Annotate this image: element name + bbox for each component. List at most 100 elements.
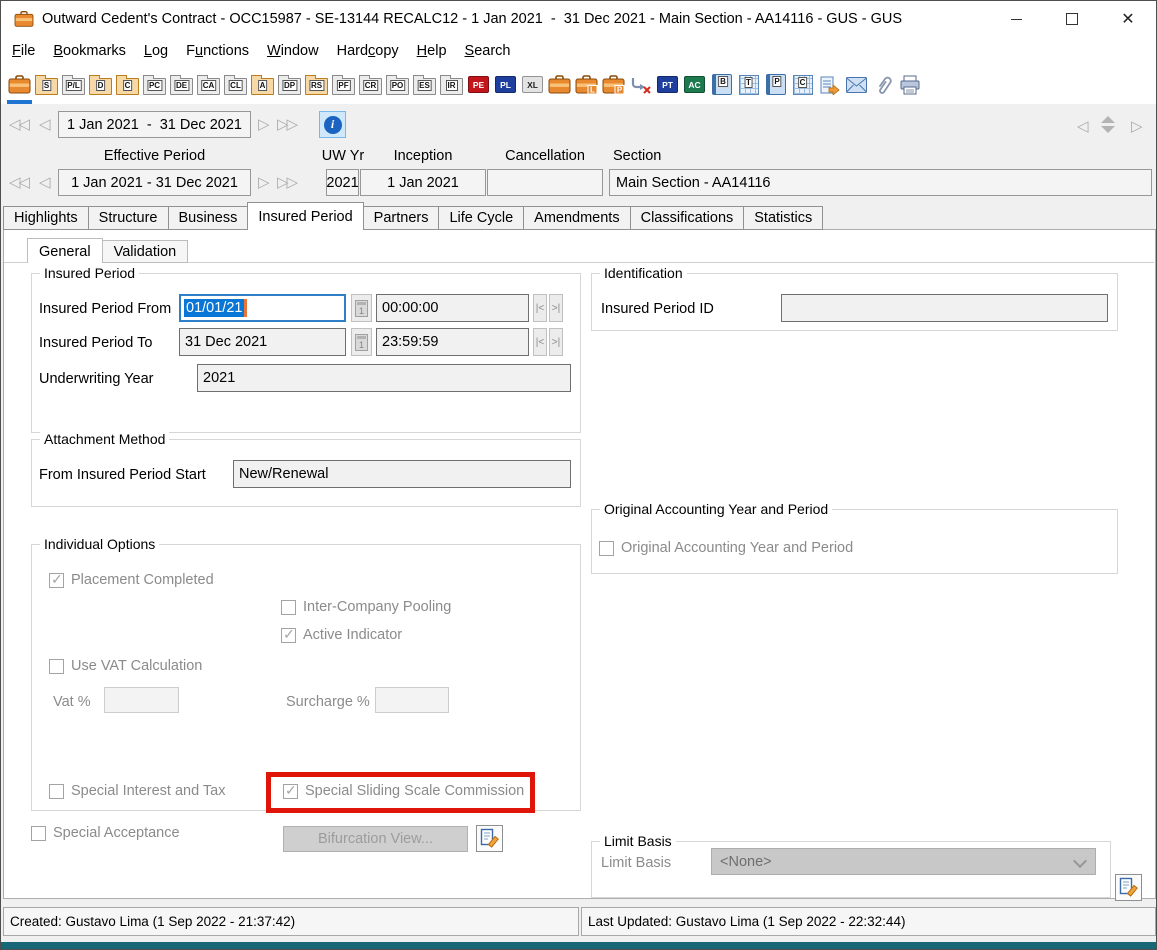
contract-briefcase-icon[interactable] [8, 74, 31, 96]
to-time-end-button[interactable]: >| [549, 328, 563, 356]
report-list-icon[interactable] [818, 74, 841, 96]
period-range-value[interactable]: 1 Jan 2021 - 31 Dec 2021 [58, 169, 251, 196]
folder-cl-icon[interactable]: CL [224, 74, 247, 96]
ac-module-icon[interactable]: AC [683, 74, 706, 96]
inter-company-pooling-checkbox[interactable] [281, 600, 296, 615]
folder-dp-icon[interactable]: DP [278, 74, 301, 96]
insured-period-to-time-input[interactable]: 23:59:59 [376, 328, 529, 356]
folder-pl-icon[interactable]: P/L [62, 74, 85, 96]
original-accounting-checkbox[interactable] [599, 541, 614, 556]
menu-log[interactable]: Log [135, 40, 177, 62]
folder-d-icon[interactable]: D [89, 74, 112, 96]
special-acceptance-checkbox[interactable] [31, 826, 46, 841]
section-sort-icon[interactable] [1101, 116, 1115, 133]
mail-envelope-icon[interactable] [845, 74, 868, 96]
menu-bookmarks[interactable]: Bookmarks [44, 40, 135, 62]
xl-module-icon[interactable]: XL [521, 74, 544, 96]
contract-p-briefcase-icon[interactable]: P [602, 74, 625, 96]
folder-rs-icon[interactable]: RS [305, 74, 328, 96]
tab-partners[interactable]: Partners [363, 206, 440, 230]
table-c-icon[interactable]: C [791, 74, 814, 96]
book-p-icon[interactable]: P [764, 74, 787, 96]
edit-notes-button[interactable] [476, 825, 503, 852]
insured-period-to-input[interactable]: 31 Dec 2021 [179, 328, 346, 356]
tab-business[interactable]: Business [168, 206, 249, 230]
contract-l-briefcase-icon[interactable]: L [575, 74, 598, 96]
folder-c-icon[interactable]: C [116, 74, 139, 96]
tab-classifications[interactable]: Classifications [630, 206, 745, 230]
use-vat-calculation-checkbox[interactable] [49, 659, 64, 674]
subtab-general[interactable]: General [27, 238, 103, 263]
attachment-paperclip-icon[interactable] [872, 74, 895, 96]
folder-de-icon[interactable]: DE [170, 74, 193, 96]
folder-es-icon[interactable]: ES [413, 74, 436, 96]
surcharge-percent-input[interactable] [375, 687, 449, 713]
insured-period-id-input[interactable] [781, 294, 1108, 322]
from-calendar-button[interactable]: 1 [351, 294, 372, 322]
effective-period-navigator-value[interactable]: 1 Jan 2021 - 31 Dec 2021 [58, 111, 251, 138]
tab-insured-period[interactable]: Insured Period [247, 202, 363, 230]
contract-copy-briefcase-icon[interactable] [548, 74, 571, 96]
active-indicator-checkbox[interactable] [281, 628, 296, 643]
folder-cr-icon[interactable]: CR [359, 74, 382, 96]
original-accounting-legend: Original Accounting Year and Period [600, 501, 832, 517]
pt-module-icon[interactable]: PT [656, 74, 679, 96]
vat-percent-input[interactable] [104, 687, 179, 713]
to-calendar-button[interactable]: 1 [351, 328, 372, 356]
folder-pc-icon[interactable]: PC [143, 74, 166, 96]
menu-file[interactable]: File [3, 40, 44, 62]
insured-period-from-input[interactable]: 01/01/21 [179, 294, 346, 322]
to-time-start-button[interactable]: |< [533, 328, 547, 356]
folder-po-icon[interactable]: PO [386, 74, 409, 96]
nav-next-record-icon[interactable]: ▷ [258, 111, 268, 138]
special-interest-tax-checkbox[interactable] [49, 784, 64, 799]
subtab-validation[interactable]: Validation [102, 240, 189, 263]
pe-module-icon[interactable]: PE [467, 74, 490, 96]
limit-basis-dropdown[interactable]: <None> [711, 848, 1096, 875]
folder-a-icon[interactable]: A [251, 74, 274, 96]
desktop-edge-strip [1, 942, 1156, 949]
tab-amendments[interactable]: Amendments [523, 206, 630, 230]
special-sliding-scale-checkbox[interactable] [283, 784, 298, 799]
underwriting-year-input[interactable]: 2021 [197, 364, 571, 392]
detach-arrow-icon[interactable] [629, 74, 652, 96]
nav-prev-record-icon[interactable]: ◁ [39, 111, 49, 138]
insured-period-from-time-input[interactable]: 00:00:00 [376, 294, 529, 322]
maximize-button[interactable] [1044, 1, 1100, 37]
menu-functions[interactable]: Functions [177, 40, 258, 62]
edit-pencil-icon [479, 828, 500, 849]
tab-life-cycle[interactable]: Life Cycle [438, 206, 524, 230]
folder-ca-icon[interactable]: CA [197, 74, 220, 96]
print-icon[interactable] [899, 74, 922, 96]
folder-ir-icon[interactable]: IR [440, 74, 463, 96]
placement-completed-checkbox[interactable] [49, 573, 64, 588]
table-t-icon[interactable]: T [737, 74, 760, 96]
tab-statistics[interactable]: Statistics [743, 206, 823, 230]
menu-window[interactable]: Window [258, 40, 328, 62]
from-time-end-button[interactable]: >| [549, 294, 563, 322]
edit-limit-basis-button[interactable] [1115, 874, 1142, 901]
menu-help[interactable]: Help [408, 40, 456, 62]
from-time-start-button[interactable]: |< [533, 294, 547, 322]
tab-highlights[interactable]: Highlights [3, 206, 89, 230]
menu-search[interactable]: Search [456, 40, 520, 62]
info-button[interactable]: i [319, 111, 346, 138]
period-prev-icon[interactable]: ◁ [39, 169, 49, 196]
close-button[interactable]: ✕ [1100, 1, 1156, 37]
minimize-button[interactable] [988, 1, 1044, 37]
folder-s-icon[interactable]: S [35, 74, 58, 96]
book-b-icon[interactable]: B [710, 74, 733, 96]
section-prev-icon[interactable]: ◁ [1077, 113, 1087, 140]
menu-hardcopy[interactable]: Hardcopy [328, 40, 408, 62]
pl-module-icon[interactable]: PL [494, 74, 517, 96]
bifurcation-view-button[interactable]: Bifurcation View... [283, 826, 468, 852]
period-next-icon[interactable]: ▷ [258, 169, 268, 196]
folder-pf-icon[interactable]: PF [332, 74, 355, 96]
attachment-method-input[interactable]: New/Renewal [233, 460, 571, 488]
period-first-icon[interactable]: ◁◁ [9, 169, 28, 196]
tab-structure[interactable]: Structure [88, 206, 169, 230]
period-last-icon[interactable]: ▷▷ [277, 169, 296, 196]
nav-last-record-icon[interactable]: ▷▷ [277, 111, 296, 138]
section-next-icon[interactable]: ▷ [1131, 113, 1141, 140]
nav-first-record-icon[interactable]: ◁◁ [9, 111, 28, 138]
